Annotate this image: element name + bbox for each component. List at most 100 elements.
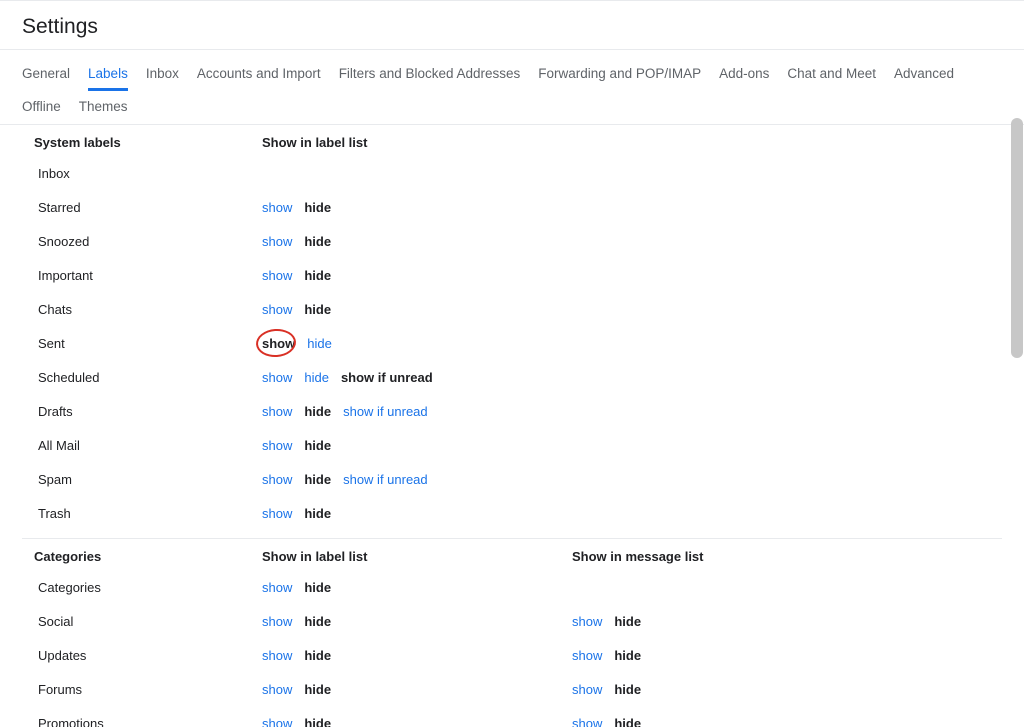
category-row-forums: Forumsshowhideshowhide <box>0 672 1024 706</box>
label-name-trash: Trash <box>0 506 262 521</box>
category-name-categories: Categories <box>0 580 262 595</box>
category-row-updates: Updatesshowhideshowhide <box>0 638 1024 672</box>
updates-msglist-show-option[interactable]: show <box>572 648 602 663</box>
scheduled-show-if-unread-option[interactable]: show if unread <box>341 370 433 385</box>
label-row-inbox: Inbox <box>0 156 1024 190</box>
forums-labellist-hide-option[interactable]: hide <box>304 682 331 697</box>
scrollbar-thumb[interactable] <box>1011 118 1023 358</box>
sent-show-option[interactable]: show <box>262 336 295 351</box>
tab-filters-and-blocked-addresses[interactable]: Filters and Blocked Addresses <box>339 58 521 91</box>
category-row-social: Socialshowhideshowhide <box>0 604 1024 638</box>
forums-msglist-show-option[interactable]: show <box>572 682 602 697</box>
updates-msglist-hide-option[interactable]: hide <box>614 648 641 663</box>
trash-hide-option[interactable]: hide <box>304 506 331 521</box>
tab-offline[interactable]: Offline <box>22 91 61 124</box>
all-mail-show-option[interactable]: show <box>262 438 292 453</box>
category-message-list-options-social: show hide <box>572 614 641 629</box>
category-label-list-options-updates: show hide <box>262 648 572 663</box>
tab-accounts-and-import[interactable]: Accounts and Import <box>197 58 321 91</box>
label-name-snoozed: Snoozed <box>0 234 262 249</box>
label-list-options-all-mail: show hide <box>262 438 572 453</box>
all-mail-hide-option[interactable]: hide <box>304 438 331 453</box>
forums-labellist-show-option[interactable]: show <box>262 682 292 697</box>
show-in-message-list-heading: Show in message list <box>572 549 1024 564</box>
label-name-scheduled: Scheduled <box>0 370 262 385</box>
category-label-list-options-forums: show hide <box>262 682 572 697</box>
label-list-options-sent: show hide <box>262 336 572 351</box>
label-list-options-scheduled: show hide show if unread <box>262 370 572 385</box>
page-title: Settings <box>22 15 1002 39</box>
label-name-all-mail: All Mail <box>0 438 262 453</box>
drafts-show-option[interactable]: show <box>262 404 292 419</box>
label-row-snoozed: Snoozedshow hide <box>0 224 1024 258</box>
scheduled-hide-option[interactable]: hide <box>304 370 329 385</box>
promotions-msglist-show-option[interactable]: show <box>572 716 602 727</box>
label-name-sent: Sent <box>0 336 262 351</box>
label-list-options-chats: show hide <box>262 302 572 317</box>
label-list-options-spam: show hide show if unread <box>262 472 572 487</box>
sent-hide-option[interactable]: hide <box>307 336 332 351</box>
promotions-labellist-show-option[interactable]: show <box>262 716 292 727</box>
label-name-spam: Spam <box>0 472 262 487</box>
tab-forwarding-and-pop-imap[interactable]: Forwarding and POP/IMAP <box>538 58 701 91</box>
label-name-drafts: Drafts <box>0 404 262 419</box>
important-hide-option[interactable]: hide <box>304 268 331 283</box>
tab-add-ons[interactable]: Add-ons <box>719 58 769 91</box>
forums-msglist-hide-option[interactable]: hide <box>614 682 641 697</box>
category-label-list-options-social: show hide <box>262 614 572 629</box>
social-labellist-hide-option[interactable]: hide <box>304 614 331 629</box>
tab-chat-and-meet[interactable]: Chat and Meet <box>787 58 876 91</box>
social-labellist-show-option[interactable]: show <box>262 614 292 629</box>
categories-header-row: Categories Show in label list Show in me… <box>0 539 1024 570</box>
label-name-inbox: Inbox <box>0 166 262 181</box>
category-label-list-options-categories: show hide <box>262 580 572 595</box>
snoozed-show-option[interactable]: show <box>262 234 292 249</box>
categories-heading: Categories <box>0 549 262 564</box>
tab-general[interactable]: General <box>22 58 70 91</box>
label-row-spam: Spamshow hide show if unread <box>0 462 1024 496</box>
label-row-trash: Trashshow hide <box>0 496 1024 530</box>
starred-hide-option[interactable]: hide <box>304 200 331 215</box>
label-row-drafts: Draftsshow hide show if unread <box>0 394 1024 428</box>
category-name-social: Social <box>0 614 262 629</box>
category-message-list-options-updates: show hide <box>572 648 641 663</box>
updates-labellist-show-option[interactable]: show <box>262 648 292 663</box>
tab-labels[interactable]: Labels <box>88 58 128 91</box>
tab-themes[interactable]: Themes <box>79 91 128 124</box>
category-message-list-options-promotions: show hide <box>572 716 641 727</box>
spam-hide-option[interactable]: hide <box>304 472 331 487</box>
tab-advanced[interactable]: Advanced <box>894 58 954 91</box>
category-name-forums: Forums <box>0 682 262 697</box>
starred-show-option[interactable]: show <box>262 200 292 215</box>
promotions-labellist-hide-option[interactable]: hide <box>304 716 331 727</box>
social-msglist-show-option[interactable]: show <box>572 614 602 629</box>
snoozed-hide-option[interactable]: hide <box>304 234 331 249</box>
category-name-promotions: Promotions <box>0 716 262 727</box>
trash-show-option[interactable]: show <box>262 506 292 521</box>
promotions-msglist-hide-option[interactable]: hide <box>614 716 641 727</box>
chats-show-option[interactable]: show <box>262 302 292 317</box>
spam-show-option[interactable]: show <box>262 472 292 487</box>
important-show-option[interactable]: show <box>262 268 292 283</box>
label-row-important: Importantshowhide <box>0 258 1024 292</box>
label-row-chats: Chatsshowhide <box>0 292 1024 326</box>
spam-show-if-unread-option[interactable]: show if unread <box>343 472 428 487</box>
label-list-options-trash: show hide <box>262 506 572 521</box>
categories-labellist-show-option[interactable]: show <box>262 580 292 595</box>
label-row-starred: Starredshow hide <box>0 190 1024 224</box>
label-name-starred: Starred <box>0 200 262 215</box>
label-row-all-mail: All Mailshow hide <box>0 428 1024 462</box>
drafts-hide-option[interactable]: hide <box>304 404 331 419</box>
drafts-show-if-unread-option[interactable]: show if unread <box>343 404 428 419</box>
tab-inbox[interactable]: Inbox <box>146 58 179 91</box>
social-msglist-hide-option[interactable]: hide <box>614 614 641 629</box>
label-row-scheduled: Scheduledshow hide show if unread <box>0 360 1024 394</box>
category-name-updates: Updates <box>0 648 262 663</box>
scheduled-show-option[interactable]: show <box>262 370 292 385</box>
label-list-options-starred: show hide <box>262 200 572 215</box>
updates-labellist-hide-option[interactable]: hide <box>304 648 331 663</box>
categories-labellist-hide-option[interactable]: hide <box>304 580 331 595</box>
chats-hide-option[interactable]: hide <box>304 302 331 317</box>
system-labels-list: InboxStarredshowhideSnoozedshowhideImpor… <box>0 156 1024 530</box>
categories-list: CategoriesshowhideSocialshowhideshowhide… <box>0 570 1024 727</box>
